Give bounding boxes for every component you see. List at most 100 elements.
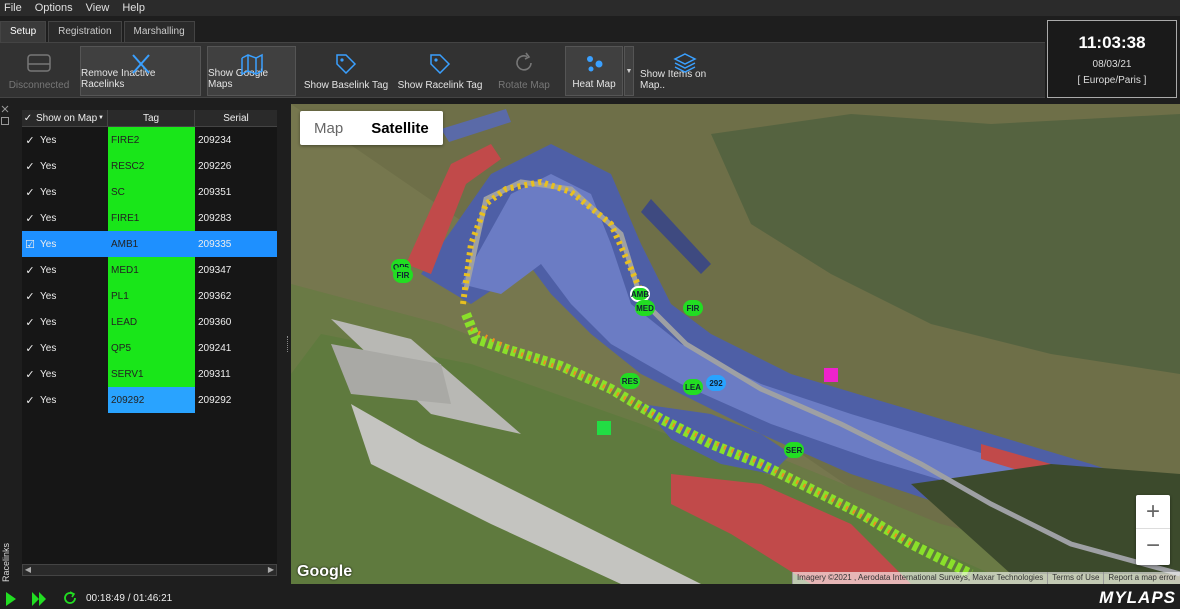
tab-registration[interactable]: Registration [48,21,122,42]
row-checkbox[interactable]: ✓ [22,309,38,335]
remove-inactive-racelinks-button[interactable]: Remove Inactive Racelinks [80,46,201,96]
table-header: ✓ Show on Map ▼ Tag Serial [22,110,277,127]
table-horizontal-scrollbar[interactable]: ◀ ▶ [22,564,277,576]
row-show-on-map: Yes [40,160,57,172]
row-checkbox[interactable]: ✓ [22,361,38,387]
vehicle-marker-8[interactable]: SER [784,442,804,458]
row-tag: FIRE2 [108,127,195,153]
fast-forward-icon[interactable] [32,592,39,606]
table-row[interactable]: ✓ Yes MED1 209347 [22,257,277,283]
row-show-on-map: Yes [40,290,57,302]
row-checkbox[interactable]: ✓ [22,283,38,309]
chevron-down-icon: ▼ [625,67,633,75]
menu-bar: File Options View Help [0,0,1180,16]
map-type-satellite[interactable]: Satellite [357,111,443,145]
table-row[interactable]: ✓ Yes QP5 209241 [22,335,277,361]
row-checkbox[interactable]: ✓ [22,153,38,179]
clock-timezone: [ Europe/Paris ] [1077,75,1147,86]
heat-map-dropdown-button[interactable]: ▼ [624,46,634,96]
table-row[interactable]: ☑ Yes AMB1 209335 [22,231,277,257]
row-tag: FIRE1 [108,205,195,231]
playback-controls [6,591,76,606]
column-header-tag[interactable]: Tag [108,110,195,126]
tab-setup[interactable]: Setup [0,21,47,42]
row-serial: 209335 [198,238,232,250]
scroll-right-icon[interactable]: ▶ [266,565,276,575]
menu-help[interactable]: Help [122,2,145,14]
menu-file[interactable]: File [4,2,22,14]
column-header-show-on-map[interactable]: Show on Map ▼ [34,110,108,126]
heat-map-label: Heat Map [572,79,616,90]
satellite-map[interactable]: QP5FIRAMBMEDFIRRESLEA292SER Map Satellit… [291,104,1180,584]
heat-map-button[interactable]: Heat Map [565,46,623,96]
show-items-on-map-button[interactable]: Show Items on Map.. [640,46,730,96]
row-serial: 209362 [198,290,232,302]
zoom-out-button[interactable]: − [1136,529,1170,563]
drive-icon [27,54,51,72]
row-tag: RESC2 [108,153,195,179]
table-row[interactable]: ✓ Yes 209292 209292 [22,387,277,413]
pit-marker-square[interactable] [824,368,838,382]
row-show-on-map: Yes [40,342,57,354]
row-show-on-map: Yes [40,212,57,224]
row-checkbox[interactable]: ✓ [22,335,38,361]
clock-time: 11:03:38 [1078,33,1146,52]
play-icon[interactable] [6,592,16,606]
row-show-on-map: Yes [40,316,57,328]
show-racelink-tag-button[interactable]: Show Racelink Tag [396,46,484,96]
show-google-maps-button[interactable]: Show Google Maps [207,46,296,96]
table-row[interactable]: ✓ Yes RESC2 209226 [22,153,277,179]
row-checkbox[interactable]: ✓ [22,205,38,231]
show-baselink-tag-button[interactable]: Show Baselink Tag [302,46,390,96]
table-row[interactable]: ✓ Yes FIRE2 209234 [22,127,277,153]
imagery-credit: Imagery ©2021 , Aerodata International S… [791,572,1047,584]
row-serial: 209360 [198,316,232,328]
select-all-checkbox[interactable]: ✓ [22,110,34,126]
vehicle-marker-4[interactable]: FIR [683,300,703,316]
vehicle-marker-1[interactable]: FIR [393,267,413,283]
vehicle-marker-5[interactable]: RES [620,373,640,389]
map-icon [240,53,263,75]
tab-marshalling[interactable]: Marshalling [123,21,195,42]
zoom-in-button[interactable]: + [1136,495,1170,529]
dock-close-icon[interactable] [0,104,10,126]
table-row[interactable]: ✓ Yes SERV1 209311 [22,361,277,387]
scroll-left-icon[interactable]: ◀ [23,565,33,575]
table-row[interactable]: ✓ Yes SC 209351 [22,179,277,205]
row-tag: MED1 [108,257,195,283]
map-type-map[interactable]: Map [300,111,357,145]
show-baselink-label: Show Baselink Tag [303,80,389,91]
panel-splitter[interactable] [287,336,290,352]
tab-bar: Setup Registration Marshalling [0,21,197,42]
row-checkbox[interactable]: ✓ [22,127,38,153]
row-checkbox[interactable]: ✓ [22,179,38,205]
racelinks-side-tab[interactable]: Racelinks [0,530,12,582]
table-row[interactable]: ✓ Yes LEAD 209360 [22,309,277,335]
sort-arrow-icon: ▼ [98,115,104,121]
dock-controls [0,104,10,129]
row-serial: 209234 [198,134,232,146]
vehicle-marker-3[interactable]: MED [635,300,655,316]
terms-link[interactable]: Terms of Use [1047,572,1103,584]
row-serial: 209283 [198,212,232,224]
rotate-map-button[interactable]: Rotate Map [492,46,556,96]
start-marker-square[interactable] [597,421,611,435]
vehicle-marker-7[interactable]: 292 [706,375,726,391]
row-serial: 209311 [198,368,231,380]
table-row[interactable]: ✓ Yes FIRE1 209283 [22,205,277,231]
row-checkbox[interactable]: ☑ [22,231,38,257]
row-show-on-map: Yes [40,264,57,276]
disconnected-button[interactable]: Disconnected [4,46,74,96]
zoom-control: + − [1136,495,1170,565]
row-checkbox[interactable]: ✓ [22,387,38,413]
show-racelink-label: Show Racelink Tag [397,80,483,91]
report-error-link[interactable]: Report a map error [1103,572,1180,584]
row-serial: 209292 [198,394,232,406]
map-type-toggle: Map Satellite [300,111,443,145]
row-checkbox[interactable]: ✓ [22,257,38,283]
column-header-serial[interactable]: Serial [195,110,277,126]
vehicle-marker-6[interactable]: LEA [683,379,703,395]
menu-options[interactable]: Options [35,2,73,14]
menu-view[interactable]: View [86,2,110,14]
table-row[interactable]: ✓ Yes PL1 209362 [22,283,277,309]
